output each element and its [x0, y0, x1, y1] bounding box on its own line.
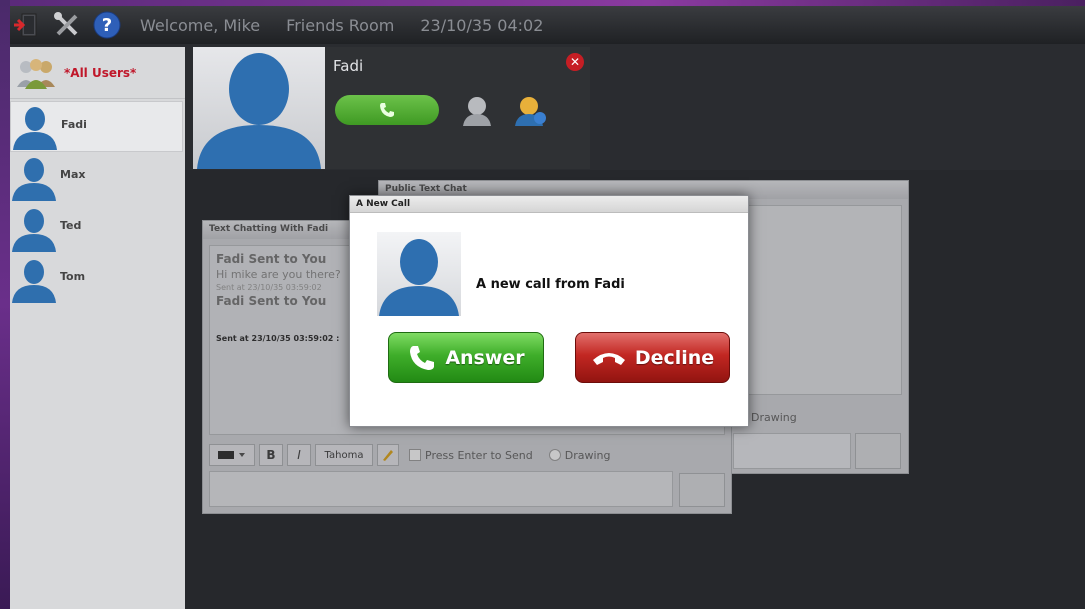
- user-name: Tom: [60, 270, 86, 283]
- user-name: Max: [60, 168, 86, 181]
- datetime: 23/10/35 04:02: [420, 15, 544, 35]
- user-avatar-icon: [13, 106, 57, 150]
- call-button[interactable]: [335, 95, 439, 125]
- decline-button[interactable]: Decline: [575, 332, 730, 383]
- profile-avatar: [193, 47, 325, 169]
- incoming-call-dialog: A New Call A new call from Fadi Answer D…: [349, 195, 749, 427]
- help-icon[interactable]: ?: [90, 8, 124, 42]
- room-name: Friends Room: [286, 15, 395, 35]
- add-contact-icon[interactable]: [513, 94, 549, 132]
- window-frame-left: [0, 0, 10, 609]
- user-item-ted[interactable]: Ted: [10, 203, 185, 254]
- user-item-max[interactable]: Max: [10, 152, 185, 203]
- answer-button[interactable]: Answer: [388, 332, 544, 383]
- caller-avatar: [377, 232, 461, 316]
- all-users-item[interactable]: *All Users*: [10, 47, 185, 99]
- all-users-label: *All Users*: [64, 65, 137, 80]
- user-avatar-icon: [12, 259, 56, 303]
- exit-icon[interactable]: [10, 8, 44, 42]
- decline-label: Decline: [634, 346, 715, 369]
- profile-name: Fadi: [333, 57, 364, 75]
- video-call-icon[interactable]: [461, 94, 493, 132]
- tools-icon[interactable]: [50, 8, 84, 42]
- user-name: Ted: [60, 219, 82, 232]
- welcome-text: Welcome, Mike: [140, 15, 261, 35]
- call-message: A new call from Fadi: [476, 277, 625, 292]
- svg-text:?: ?: [102, 15, 112, 36]
- user-avatar-icon: [12, 208, 56, 252]
- user-avatar-icon: [12, 157, 56, 201]
- phone-icon: [380, 103, 394, 117]
- dialog-title: A New Call: [350, 196, 748, 213]
- phone-icon: [410, 345, 435, 370]
- profile-card: Fadi ✕: [193, 47, 590, 169]
- top-bar: ? Welcome, Mike Friends Room 23/10/35 04…: [10, 6, 1085, 44]
- user-avatar-icon: [379, 239, 459, 316]
- hang-up-icon: [592, 352, 625, 365]
- user-item-fadi[interactable]: Fadi: [10, 101, 183, 152]
- group-icon: [17, 58, 55, 89]
- answer-label: Answer: [445, 346, 525, 369]
- user-avatar-icon: [197, 53, 321, 169]
- users-sidebar: *All Users* Fadi Max Ted Tom: [10, 47, 185, 609]
- user-item-tom[interactable]: Tom: [10, 254, 185, 305]
- user-name: Fadi: [61, 118, 87, 131]
- close-icon[interactable]: ✕: [566, 53, 584, 71]
